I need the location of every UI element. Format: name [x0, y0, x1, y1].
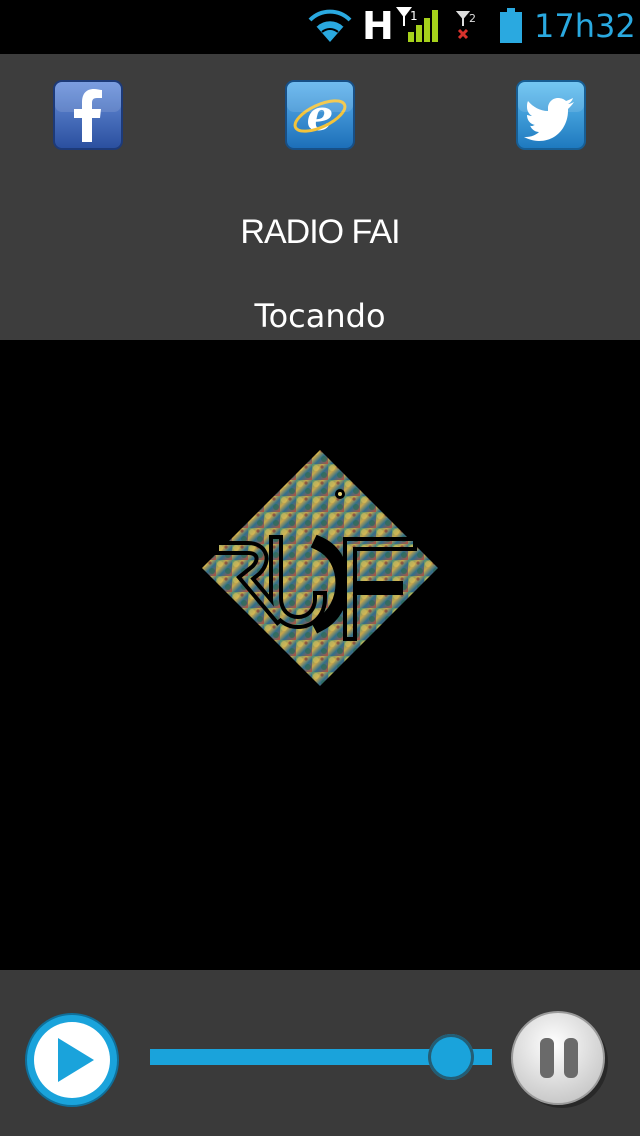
- player-controls: [0, 970, 640, 1136]
- network-type-label: H: [362, 4, 394, 48]
- radio-fai-logo: [202, 450, 438, 686]
- clock: 17h32: [534, 7, 636, 45]
- app-screen: H 1 2 17h32 e RADIO FAI Tocando: [0, 0, 640, 1136]
- internet-explorer-icon: e: [285, 80, 355, 150]
- battery-icon: [500, 8, 522, 43]
- wifi-icon: [308, 9, 352, 42]
- volume-thumb[interactable]: [427, 1034, 474, 1080]
- station-name: RADIO FAI: [240, 213, 400, 251]
- facebook-button[interactable]: [53, 80, 123, 150]
- album-artwork: [0, 340, 640, 970]
- play-icon: [25, 1013, 119, 1107]
- svg-text:2: 2: [469, 12, 476, 25]
- signal-sim2-icon: 2: [455, 11, 476, 40]
- twitter-icon: [516, 80, 586, 150]
- volume-slider[interactable]: [150, 1034, 492, 1080]
- svg-text:1: 1: [410, 9, 418, 23]
- play-button[interactable]: [22, 1010, 122, 1110]
- website-button[interactable]: e: [285, 80, 355, 150]
- facebook-icon: [53, 80, 123, 150]
- pause-icon: [511, 1011, 608, 1108]
- status-bar: H 1 2 17h32: [0, 0, 640, 54]
- playback-status: Tocando: [254, 297, 386, 335]
- station-header: e RADIO FAI Tocando: [0, 54, 640, 340]
- twitter-button[interactable]: [516, 80, 586, 150]
- signal-sim1-icon: 1: [396, 7, 438, 42]
- pause-button[interactable]: [508, 1008, 612, 1112]
